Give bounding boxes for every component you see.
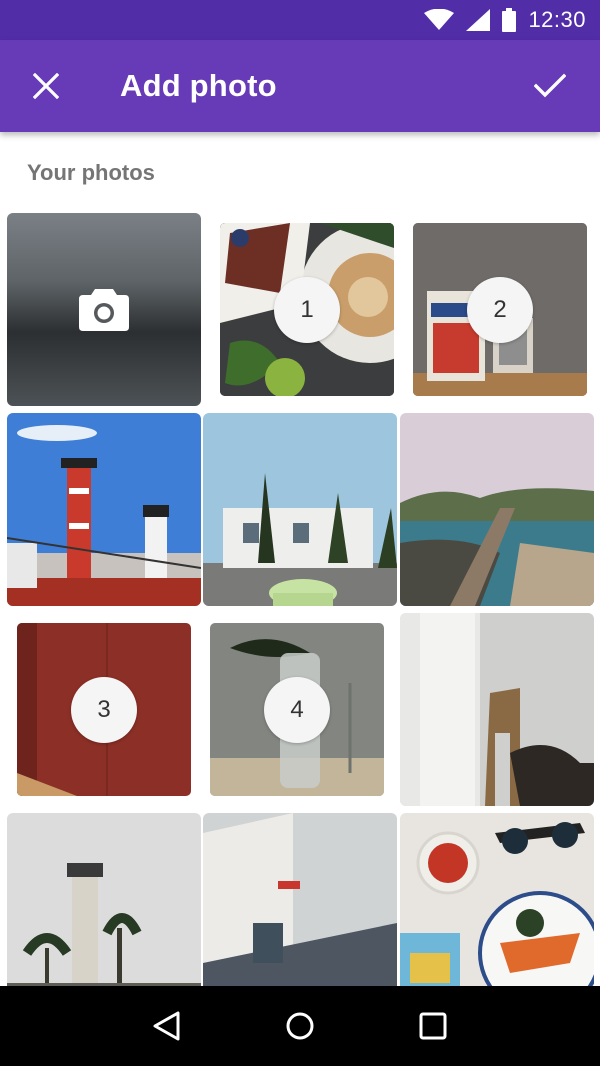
photo-tile[interactable] (7, 813, 201, 1006)
photo-tile[interactable] (400, 613, 594, 806)
close-icon (33, 73, 59, 99)
confirm-button[interactable] (500, 40, 600, 132)
recents-button[interactable] (403, 996, 463, 1056)
page-title: Add photo (120, 68, 277, 103)
photo-image (7, 413, 201, 606)
selection-order-badge: 1 (274, 276, 340, 343)
battery-icon (502, 8, 517, 32)
photo-image (7, 813, 201, 1006)
status-time: 12:30 (528, 7, 586, 32)
camera-icon (79, 289, 129, 331)
photo-tile[interactable] (203, 813, 397, 1006)
photo-tile[interactable]: 4 (200, 613, 394, 806)
close-button[interactable] (0, 40, 92, 132)
app-bar: Add photo (0, 40, 600, 132)
photo-tile[interactable]: 2 (403, 213, 597, 406)
back-button[interactable] (137, 996, 197, 1056)
photo-tile[interactable]: 1 (210, 213, 404, 406)
photo-tile[interactable] (7, 413, 201, 606)
back-icon (153, 1011, 180, 1041)
photo-tile[interactable]: 3 (7, 613, 201, 806)
wifi-icon (424, 9, 455, 30)
selection-order-badge: 4 (264, 676, 330, 743)
photo-tile[interactable] (400, 413, 594, 606)
photo-image (203, 813, 397, 1006)
selection-order-badge: 3 (71, 676, 137, 743)
recents-icon (419, 1012, 447, 1040)
home-button[interactable] (270, 996, 330, 1056)
cell-signal-icon (466, 9, 491, 31)
check-icon (534, 73, 566, 98)
photo-tile[interactable] (203, 413, 397, 606)
selection-order-badge: 2 (467, 276, 533, 343)
camera-tile[interactable] (7, 213, 201, 406)
photo-image (400, 813, 594, 1006)
status-bar: 12:30 (0, 0, 600, 40)
home-icon (286, 1012, 314, 1040)
photo-image (400, 613, 594, 806)
photo-image (203, 413, 397, 606)
photo-image (400, 413, 594, 606)
navigation-bar (0, 986, 600, 1066)
section-label: Your photos (27, 160, 155, 185)
photo-tile[interactable] (400, 813, 594, 1006)
